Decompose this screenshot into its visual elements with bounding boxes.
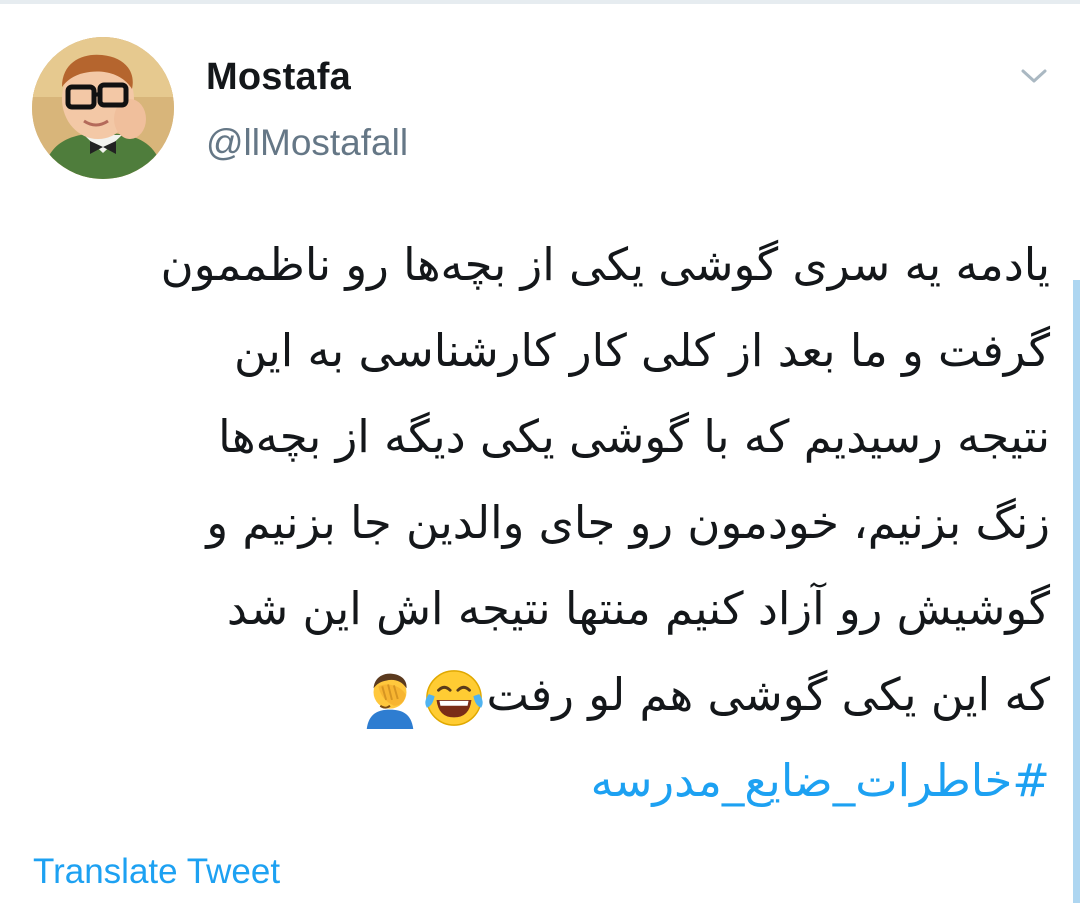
face-with-tears-of-joy-icon: [424, 670, 483, 726]
chevron-down-icon[interactable]: [1018, 62, 1050, 90]
tweet-text-line: گرفت و ما بعد از کلی کار کارشناسی به این: [233, 324, 1050, 377]
tweet-text-line: نتیجه رسیدیم که با گوشی یکی دیگه از بچه‌…: [218, 410, 1050, 463]
person-facepalming-icon: [366, 673, 413, 729]
tweet-text-last-line: که این یکی گوشی هم لو رفت: [30, 652, 1050, 738]
author-handle[interactable]: @llMostafall: [206, 122, 408, 164]
translate-tweet-link[interactable]: Translate Tweet: [33, 852, 280, 892]
tweet-text-line: گوشیش رو آزاد کنیم منتها نتیجه اش این شد: [226, 582, 1050, 635]
avatar[interactable]: [32, 37, 174, 179]
hashtag-link[interactable]: #خاطرات_ضایع_مدرسه: [30, 738, 1050, 824]
avatar-image: [32, 37, 174, 179]
scrollbar[interactable]: [1073, 280, 1080, 903]
tweet-text-line: زنگ بزنیم، خودمون رو جای والدین جا بزنیم…: [206, 496, 1050, 549]
top-divider: [0, 0, 1080, 4]
author-display-name[interactable]: Mostafa: [206, 56, 351, 99]
tweet-text: یادمه یه سری گوشی یکی از بچه‌ها رو ناظمم…: [30, 222, 1050, 824]
tweet-text-line: یادمه یه سری گوشی یکی از بچه‌ها رو ناظمم…: [160, 238, 1050, 291]
tweet-text-line: که این یکی گوشی هم لو رفت: [486, 668, 1051, 721]
